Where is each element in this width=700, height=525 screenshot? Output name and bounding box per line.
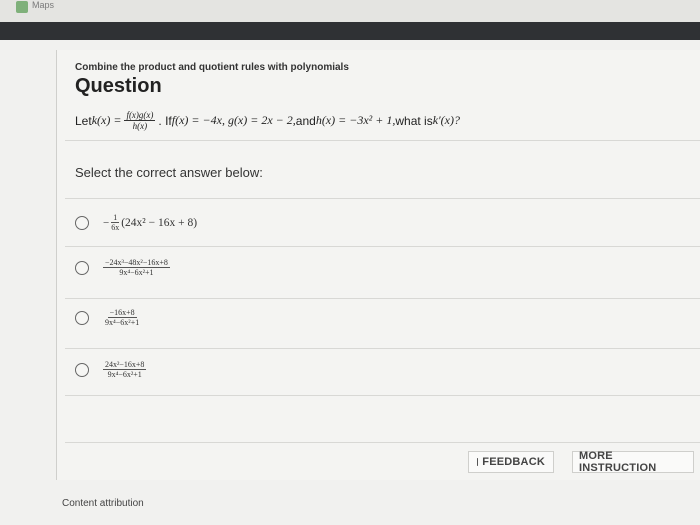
radio-button[interactable] xyxy=(75,362,89,377)
fraction-denominator: 9x⁴−6x²+1 xyxy=(119,268,154,277)
fraction-denominator: 6x xyxy=(111,223,120,232)
option-fraction: 1 6x xyxy=(109,213,121,232)
radio-button[interactable] xyxy=(75,215,89,230)
question-mid: . If xyxy=(158,113,172,128)
select-prompt: Select the correct answer below: xyxy=(75,165,263,180)
option-expression: (24x² − 16x + 8) xyxy=(121,216,198,229)
divider xyxy=(65,246,700,247)
divider xyxy=(65,298,700,299)
question-and: and xyxy=(295,113,316,128)
more-instruction-label: MORE INSTRUCTION xyxy=(579,450,657,474)
answer-option-3[interactable]: −16x+8 9x⁴−6x²+1 xyxy=(75,308,141,327)
answer-option-2[interactable]: −24x³−48x²−16x+8 9x⁴−6x²+1 xyxy=(75,258,170,277)
fraction-denominator: 9x⁴−6x²+1 xyxy=(107,370,142,379)
divider xyxy=(65,140,700,141)
option-fraction: −24x³−48x²−16x+8 9x⁴−6x²+1 xyxy=(103,258,170,277)
divider xyxy=(65,348,700,349)
k-definition: k(x) = xyxy=(91,113,122,127)
feedback-button[interactable]: FEEDBACK xyxy=(468,451,554,473)
fraction-numerator: −16x+8 xyxy=(107,308,137,318)
answer-option-1[interactable]: − 1 6x (24x² − 16x + 8) xyxy=(75,213,197,232)
fraction-numerator: −24x³−48x²−16x+8 xyxy=(103,258,170,268)
divider xyxy=(65,442,700,443)
bookmark-maps[interactable]: Maps xyxy=(32,0,54,10)
question-lead: Let xyxy=(75,113,92,128)
option-fraction: 24x²−16x+8 9x⁴−6x²+1 xyxy=(103,360,147,379)
radio-button[interactable] xyxy=(75,310,89,325)
divider xyxy=(65,395,700,396)
function-conditions: f(x) = −4x, g(x) = 2x − 2, xyxy=(171,113,296,127)
question-target: k′(x)? xyxy=(432,113,460,127)
h-definition: h(x) = −3x² + 1, xyxy=(315,113,396,127)
option-fraction: −16x+8 9x⁴−6x²+1 xyxy=(103,308,141,327)
radio-button[interactable] xyxy=(75,260,89,275)
divider xyxy=(65,198,700,199)
fraction-denominator: h(x) xyxy=(132,121,148,131)
question-text: Let k(x) = f(x)g(x) h(x) . If f(x) = −4x… xyxy=(75,110,460,131)
lesson-subtitle: Combine the product and quotient rules w… xyxy=(75,62,349,73)
fraction-denominator: 9x⁴−6x²+1 xyxy=(105,318,140,327)
top-band xyxy=(0,22,700,40)
fraction-numerator: f(x)g(x) xyxy=(124,110,156,121)
bookmarks-bar: Maps xyxy=(0,0,700,22)
fraction-numerator: 24x²−16x+8 xyxy=(103,360,147,370)
maps-icon xyxy=(16,1,28,13)
feedback-label: FEEDBACK xyxy=(482,456,545,468)
answer-option-4[interactable]: 24x²−16x+8 9x⁴−6x²+1 xyxy=(75,360,147,379)
question-ask: what is xyxy=(395,113,433,128)
content-attribution[interactable]: Content attribution xyxy=(62,498,144,509)
question-panel: Combine the product and quotient rules w… xyxy=(56,50,700,480)
more-instruction-button[interactable]: MORE INSTRUCTION xyxy=(572,450,694,474)
fraction-numerator: 1 xyxy=(111,213,120,223)
k-fraction: f(x)g(x) h(x) xyxy=(124,110,156,131)
page-title: Question xyxy=(75,75,162,97)
